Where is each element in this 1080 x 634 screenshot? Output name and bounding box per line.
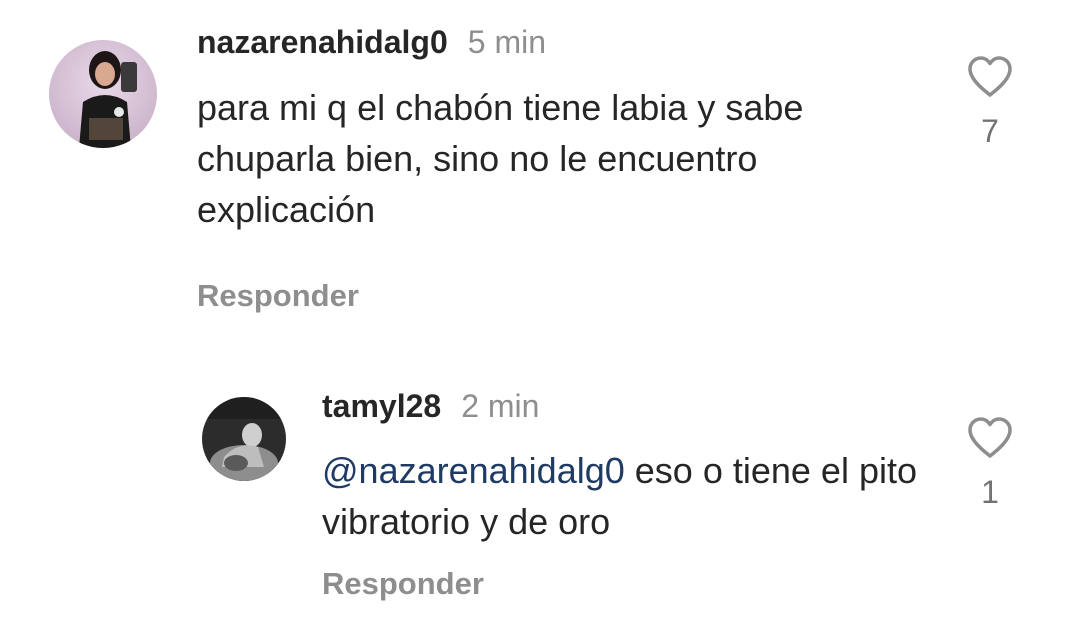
comment-text: para mi q el chabón tiene labia y sabe c… xyxy=(197,82,937,235)
timestamp: 2 min xyxy=(461,388,540,424)
comment-header: tamyl28 2 min xyxy=(322,388,539,425)
reply-button[interactable]: Responder xyxy=(197,278,359,314)
avatar[interactable] xyxy=(49,40,157,148)
comment: nazarenahidalg0 5 min para mi q el chabó… xyxy=(0,0,1080,340)
username[interactable]: nazarenahidalg0 xyxy=(197,24,448,61)
comment-reply: tamyl28 2 min @nazarenahidalg0 eso o tie… xyxy=(0,340,1080,634)
like-control: 7 xyxy=(960,55,1020,150)
comment-text: @nazarenahidalg0 eso o tiene el pito vib… xyxy=(322,445,932,547)
username[interactable]: tamyl28 xyxy=(322,388,441,425)
heart-outline-icon[interactable] xyxy=(966,416,1014,460)
like-count: 7 xyxy=(981,113,999,149)
like-count: 1 xyxy=(981,474,999,510)
like-control: 1 xyxy=(960,416,1020,511)
mention-link[interactable]: @nazarenahidalg0 xyxy=(322,450,625,491)
comment-header: nazarenahidalg0 5 min xyxy=(197,24,546,61)
timestamp: 5 min xyxy=(467,24,546,60)
comment-body: para mi q el chabón tiene labia y sabe c… xyxy=(197,87,804,230)
heart-outline-icon[interactable] xyxy=(966,55,1014,99)
reply-button[interactable]: Responder xyxy=(322,566,484,602)
avatar[interactable] xyxy=(202,397,286,481)
